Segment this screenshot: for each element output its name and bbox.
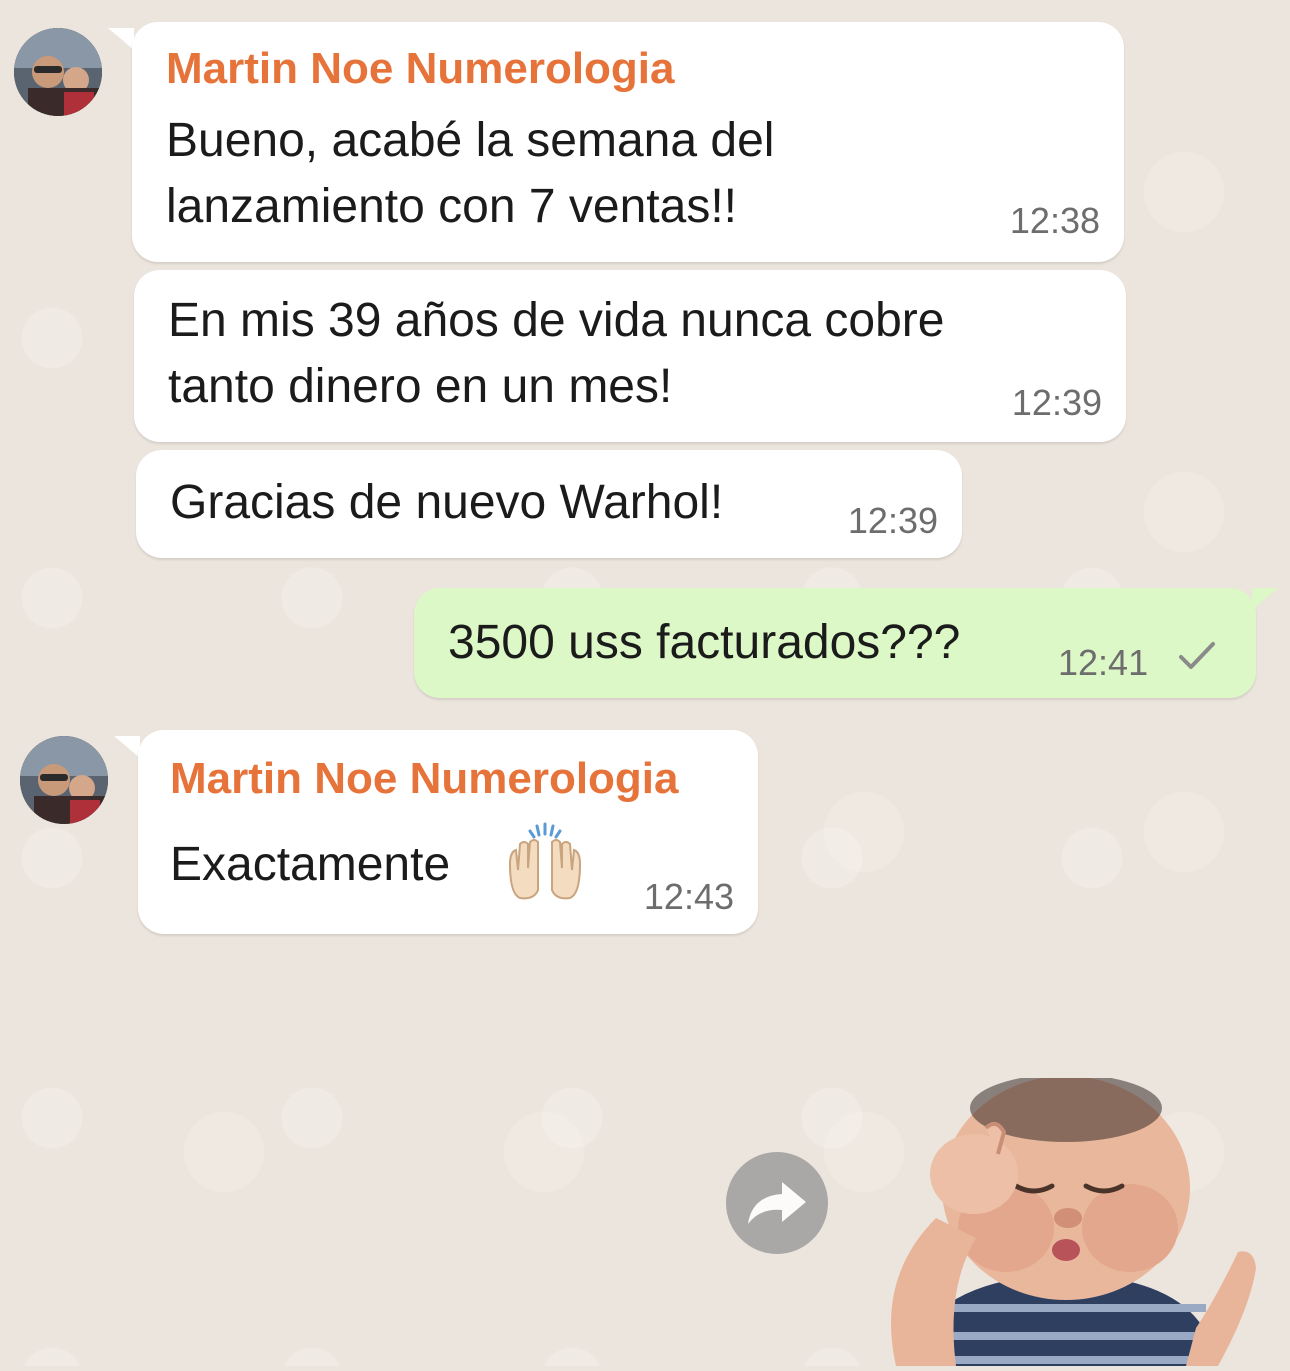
- raising-hands-icon: [508, 822, 582, 900]
- bubble-tail: [1252, 588, 1278, 610]
- message-text: Exactamente: [170, 838, 451, 891]
- message-timestamp: 12:39: [847, 500, 938, 541]
- message-timestamp: 12:38: [1009, 200, 1100, 241]
- message-text: Bueno, acabé la semana del: [166, 114, 775, 167]
- sender-name[interactable]: Martin Noe Numerologia: [166, 44, 675, 94]
- message-text: 3500 uss facturados???: [448, 616, 961, 669]
- incoming-message-bubble[interactable]: En mis 39 años de vida nunca cobre tanto…: [134, 270, 1126, 442]
- bubble-tail: [114, 736, 140, 758]
- message-text: lanzamiento con 7 ventas!!: [166, 180, 738, 233]
- incoming-message-bubble[interactable]: Gracias de nuevo Warhol! 12:39: [136, 450, 962, 558]
- incoming-message-bubble[interactable]: Martin Noe Numerologia Exactamente 12:43: [138, 730, 758, 934]
- sender-name[interactable]: Martin Noe Numerologia: [170, 754, 679, 804]
- message-timestamp: 12:41: [1058, 642, 1149, 683]
- forward-arrow-icon: [748, 1182, 806, 1224]
- forward-button[interactable]: [726, 1152, 828, 1254]
- message-timestamp: 12:43: [643, 876, 734, 917]
- incoming-message-bubble[interactable]: Martin Noe Numerologia Bueno, acabé la s…: [132, 22, 1124, 262]
- contact-avatar[interactable]: [14, 28, 102, 116]
- message-timestamp: 12:39: [1011, 382, 1102, 423]
- bubble-tail: [108, 28, 134, 50]
- contact-avatar[interactable]: [20, 736, 108, 824]
- message-text: En mis 39 años de vida nunca cobre: [168, 294, 945, 347]
- message-text: tanto dinero en un mes!: [168, 360, 673, 413]
- baby-sticker[interactable]: [866, 1074, 1258, 1366]
- outgoing-message-bubble[interactable]: 3500 uss facturados??? 12:41: [414, 588, 1256, 698]
- sent-check-icon: [1179, 642, 1215, 669]
- message-text: Gracias de nuevo Warhol!: [170, 476, 724, 529]
